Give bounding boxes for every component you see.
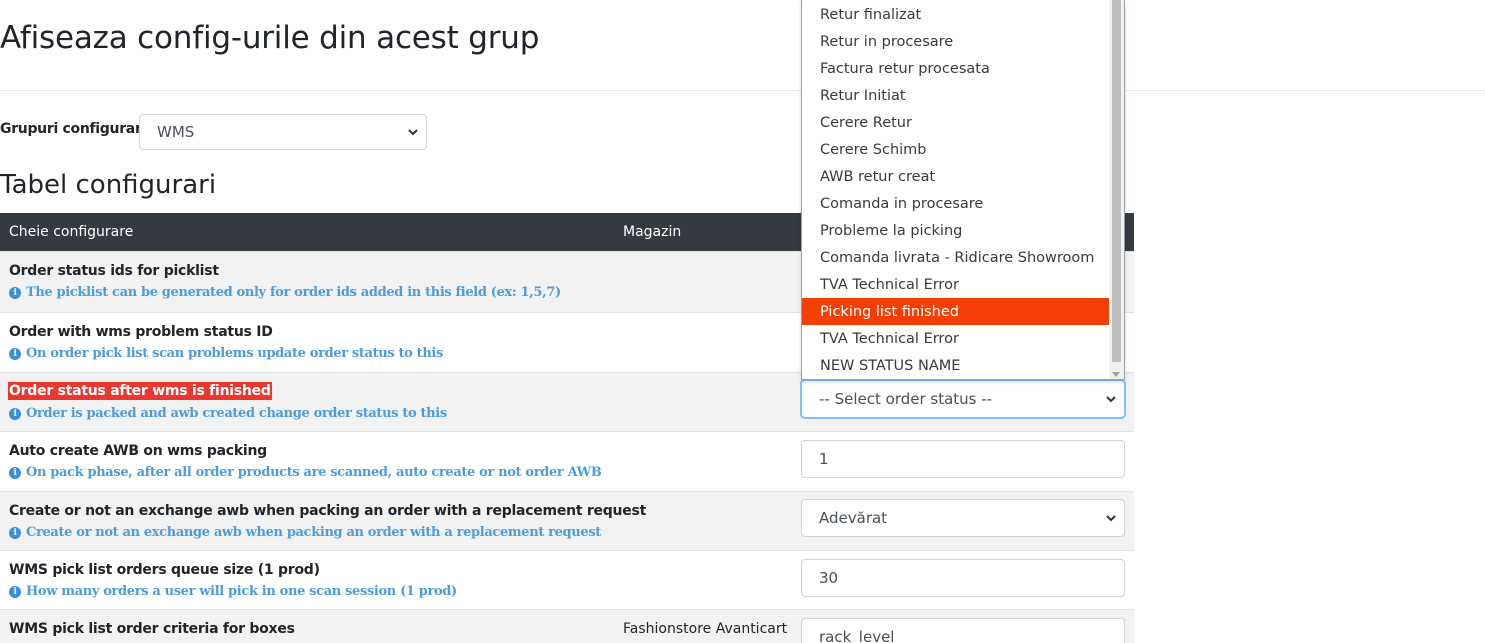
column-header-key: Cheie configurare bbox=[9, 224, 134, 240]
config-key-label: WMS pick list orders queue size (1 prod) bbox=[9, 562, 320, 578]
config-key-label: Auto create AWB on wms packing bbox=[9, 443, 267, 459]
order-status-dropdown-list[interactable]: Retur finalizat Retur in procesare Factu… bbox=[801, 0, 1125, 380]
dropdown-option[interactable]: NEW STATUS NAME bbox=[802, 352, 1110, 379]
config-help-text: i Order is packed and awb created change … bbox=[9, 406, 447, 421]
dropdown-option[interactable]: TVA Technical Error bbox=[802, 325, 1110, 352]
dropdown-option[interactable]: Retur Initiat bbox=[802, 82, 1110, 109]
title-divider bbox=[0, 90, 1485, 91]
config-help-text: i Create or not an exchange awb when pack… bbox=[9, 525, 601, 540]
dropdown-option[interactable]: TVA Technical Error bbox=[802, 271, 1110, 298]
dropdown-option[interactable]: Retur finalizat bbox=[802, 1, 1110, 28]
config-key-label-highlighted: Order status after wms is finished bbox=[8, 382, 272, 400]
dropdown-option[interactable]: Retur in procesare bbox=[802, 28, 1110, 55]
group-label: Grupuri configurare bbox=[0, 121, 151, 137]
dropdown-option[interactable]: Cerere Retur bbox=[802, 109, 1110, 136]
order-status-select-value: -- Select order status -- bbox=[819, 390, 993, 408]
config-help-text: i The picklist can be generated only for … bbox=[9, 285, 561, 300]
info-circle-icon: i bbox=[9, 286, 21, 299]
auto-create-awb-value: 1 bbox=[819, 450, 829, 468]
dropdown-option-selected[interactable]: Picking list finished bbox=[802, 298, 1110, 325]
dropdown-scrollbar[interactable] bbox=[1109, 0, 1124, 379]
page-title: Afiseaza config-urile din acest grup bbox=[0, 20, 540, 56]
config-help-text: i On order pick list scan problems update… bbox=[9, 346, 443, 361]
info-circle-icon: i bbox=[9, 347, 21, 360]
config-key-label: Order with wms problem status ID bbox=[9, 324, 273, 340]
config-help-text: i How many orders a user will pick in one… bbox=[9, 584, 457, 599]
column-header-shop: Magazin bbox=[623, 224, 682, 240]
order-status-select[interactable]: -- Select order status -- bbox=[801, 380, 1125, 418]
info-circle-icon: i bbox=[9, 407, 21, 420]
config-key-label: Order status ids for picklist bbox=[9, 263, 219, 279]
config-help-text: i On pack phase, after all order products… bbox=[9, 465, 602, 480]
scrollbar-thumb[interactable] bbox=[1112, 0, 1121, 362]
dropdown-option[interactable]: AWB retur creat bbox=[802, 163, 1110, 190]
chevron-down-icon bbox=[408, 129, 418, 136]
auto-create-awb-input[interactable]: 1 bbox=[801, 440, 1125, 478]
config-key-label: WMS pick list order criteria for boxes bbox=[9, 621, 295, 637]
shop-name: Fashionstore Avanticart bbox=[623, 621, 788, 637]
dropdown-option[interactable]: Probleme la picking bbox=[802, 217, 1110, 244]
exchange-awb-select[interactable]: Adevărat bbox=[801, 499, 1125, 537]
box-criteria-value: rack_level bbox=[819, 628, 895, 643]
dropdown-option[interactable]: Comanda livrata - Ridicare Showroom bbox=[802, 244, 1110, 271]
chevron-down-icon bbox=[1106, 515, 1116, 522]
scroll-down-arrow-icon[interactable] bbox=[1112, 372, 1120, 377]
dropdown-option[interactable]: Comanda in procesare bbox=[802, 190, 1110, 217]
exchange-awb-select-value: Adevărat bbox=[819, 509, 888, 527]
info-circle-icon: i bbox=[9, 585, 21, 598]
info-circle-icon: i bbox=[9, 466, 21, 479]
group-select-value: WMS bbox=[157, 123, 195, 141]
info-circle-icon: i bbox=[9, 526, 21, 539]
box-criteria-input[interactable]: rack_level bbox=[801, 618, 1125, 643]
dropdown-option[interactable]: Cerere Schimb bbox=[802, 136, 1110, 163]
section-title: Tabel configurari bbox=[0, 170, 217, 200]
group-select[interactable]: WMS bbox=[139, 114, 427, 150]
dropdown-option[interactable]: Factura retur procesata bbox=[802, 55, 1110, 82]
chevron-down-icon bbox=[1106, 396, 1116, 403]
queue-size-value: 30 bbox=[819, 569, 839, 587]
config-key-label: Create or not an exchange awb when packi… bbox=[9, 503, 647, 519]
queue-size-input[interactable]: 30 bbox=[801, 559, 1125, 597]
